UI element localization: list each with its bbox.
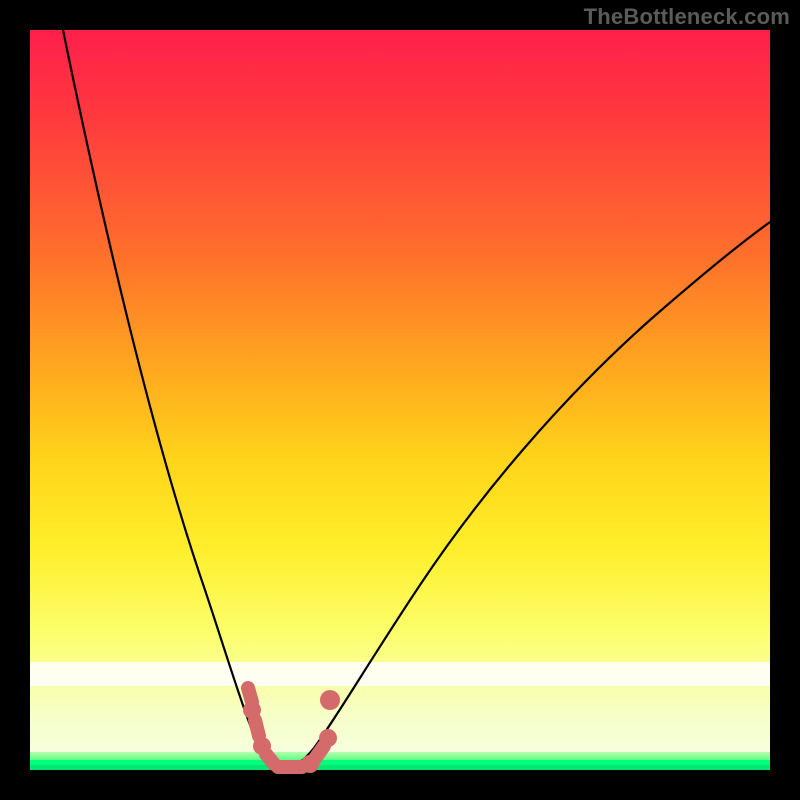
marker-seg-l2: [255, 720, 259, 736]
curve-layer: [30, 30, 770, 770]
marker-dot-5: [320, 690, 340, 710]
marker-seg-r1: [314, 746, 324, 760]
marker-cluster: [243, 688, 340, 773]
marker-seg-l1: [248, 688, 252, 702]
curve-right-branch: [283, 222, 770, 769]
marker-dot-4: [319, 729, 337, 747]
watermark-text: TheBottleneck.com: [584, 4, 790, 30]
chart-frame: TheBottleneck.com: [0, 0, 800, 800]
plot-area: [30, 30, 770, 770]
curve-left-branch: [63, 30, 283, 769]
